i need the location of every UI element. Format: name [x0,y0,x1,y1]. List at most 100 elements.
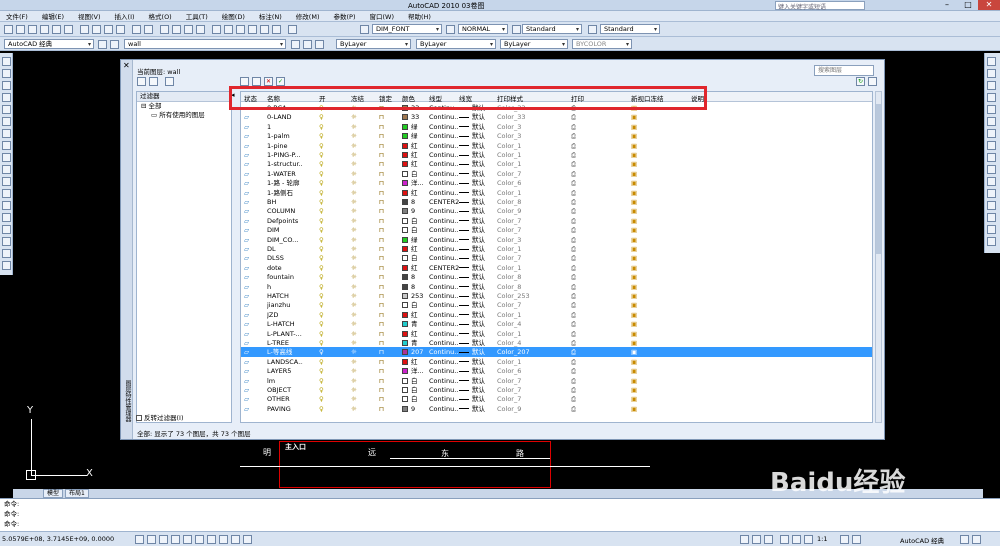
unlock-icon[interactable]: ⊓ [379,217,384,225]
layer-name[interactable]: DLSS [267,254,303,262]
layer-lineweight[interactable]: 默认 [459,170,499,178]
circle-icon[interactable] [2,129,11,138]
layer-lineweight[interactable]: 默认 [459,283,499,291]
layer-name[interactable]: LANDSCA... [267,358,303,366]
sun-icon[interactable]: ☼ [351,264,357,272]
layer-name[interactable]: L-TREE [267,339,303,347]
printer-icon[interactable]: ⎙ [571,395,576,403]
layer-lineweight[interactable]: 默认 [459,226,499,234]
layer-linetype[interactable]: Continu... [429,330,459,338]
layer-name[interactable]: 1-palm [267,132,303,140]
copy-object-icon[interactable] [987,69,996,78]
vp-freeze-icon[interactable]: ▣ [631,339,637,347]
layer-lineweight[interactable]: 默认 [459,348,499,356]
layer-name[interactable]: 1-pine [267,142,303,150]
layer-row[interactable]: ▱ OBJECT ♀ ☼ ⊓ 白 Continu... 默认 Color_7 ⎙ ▣ [241,385,872,394]
layer-name[interactable]: OBJECT [267,386,303,394]
new-icon[interactable] [4,25,13,34]
layer-lineweight[interactable]: 默认 [459,339,499,347]
offset-icon[interactable] [987,93,996,102]
array-icon[interactable] [987,105,996,114]
move-icon[interactable] [987,117,996,126]
printer-icon[interactable]: ⎙ [571,207,576,215]
printer-icon[interactable]: ⎙ [571,301,576,309]
printer-icon[interactable]: ⎙ [571,377,576,385]
layer-properties-icon[interactable] [110,40,119,49]
object-snap-tracking-icon[interactable] [195,535,204,544]
layer-lineweight[interactable]: 默认 [459,142,499,150]
unlock-icon[interactable]: ⊓ [379,283,384,291]
vp-freeze-icon[interactable]: ▣ [631,405,637,413]
new-layer-icon[interactable] [240,77,249,86]
menu-item[interactable]: 标注(N) [259,11,282,21]
layer-row[interactable]: ▱ BH ♀ ☼ ⊓ 8 CENTER2 默认 Color_8 ⎙ ▣ [241,197,872,206]
layer-row[interactable]: ▱ lm ♀ ☼ ⊓ 白 Continu... 默认 Color_7 ⎙ ▣ [241,376,872,385]
layer-linetype[interactable]: Continu... [429,367,459,375]
layer-linetype[interactable]: Continu... [429,254,459,262]
layer-linetype[interactable]: Continu... [429,320,459,328]
menu-item[interactable]: 修改(M) [296,11,320,21]
point-icon[interactable] [2,213,11,222]
layer-row[interactable]: ▱ DL ♀ ☼ ⊓ 红 Continu... 默认 Color_1 ⎙ ▣ [241,244,872,253]
printer-icon[interactable]: ⎙ [571,170,576,178]
layer-row[interactable]: ▱ L-PLANT-... ♀ ☼ ⊓ 红 Continu... 默认 Color_1 ⎙ ▣ [241,329,872,338]
unlock-icon[interactable]: ⊓ [379,151,384,159]
printer-icon[interactable]: ⎙ [571,217,576,225]
tab-layout1[interactable]: 布局1 [65,489,89,498]
unlock-icon[interactable]: ⊓ [379,405,384,413]
printer-icon[interactable]: ⎙ [571,226,576,234]
vp-freeze-icon[interactable]: ▣ [631,170,637,178]
layer-name[interactable]: L-等高线 [267,348,303,356]
vp-freeze-icon[interactable]: ▣ [631,142,637,150]
unlock-icon[interactable]: ⊓ [379,377,384,385]
extend-icon[interactable] [987,177,996,186]
sun-icon[interactable]: ☼ [351,179,357,187]
vp-freeze-icon[interactable]: ▣ [631,273,637,281]
menu-item[interactable]: 参数(P) [333,11,355,21]
sun-icon[interactable]: ☼ [351,405,357,413]
redo-icon[interactable] [144,25,153,34]
layer-lineweight[interactable]: 默认 [459,245,499,253]
layer-row[interactable]: ▱ L-等高线 ♀ ☼ ⊓ 207 Continu... 默认 Color_207 ⎙ ▣ [241,347,872,357]
unlock-icon[interactable]: ⊓ [379,198,384,206]
layer-lineweight[interactable]: 默认 [459,123,499,131]
vp-freeze-icon[interactable]: ▣ [631,283,637,291]
break-icon[interactable] [987,189,996,198]
layer-row[interactable]: ▱ 0-LAND ♀ ☼ ⊓ 33 Continu... 默认 Color_33 ⎙ ▣ [241,112,872,121]
layer-linetype[interactable]: CENTER2 [429,264,459,272]
layer-lineweight[interactable]: 默认 [459,292,499,300]
tool-palettes-icon[interactable] [236,25,245,34]
sun-icon[interactable]: ☼ [351,151,357,159]
vp-freeze-icon[interactable]: ▣ [631,320,637,328]
sun-icon[interactable]: ☼ [351,142,357,150]
layer-row[interactable]: ▱ L-TREE ♀ ☼ ⊓ 青 Continu... 默认 Color_4 ⎙ ▣ [241,338,872,347]
layer-row[interactable]: ▱ L-HATCH ♀ ☼ ⊓ 青 Continu... 默认 Color_4 ⎙ ▣ [241,319,872,328]
trim-icon[interactable] [987,165,996,174]
region-icon[interactable] [2,249,11,258]
layer-lineweight[interactable]: 默认 [459,113,499,121]
printer-icon[interactable]: ⎙ [571,283,576,291]
unlock-icon[interactable]: ⊓ [379,264,384,272]
layer-name[interactable]: L-HATCH [267,320,303,328]
layer-lineweight[interactable]: 默认 [459,236,499,244]
vp-freeze-icon[interactable]: ▣ [631,226,637,234]
model-space-icon[interactable] [740,535,749,544]
layer-lineweight[interactable]: 默认 [459,160,499,168]
dynamic-ucs-icon[interactable] [207,535,216,544]
sun-icon[interactable]: ☼ [351,377,357,385]
layer-row[interactable]: ▱ OTHER ♀ ☼ ⊓ 白 Continu... 默认 Color_7 ⎙ ▣ [241,394,872,403]
printer-icon[interactable]: ⎙ [571,198,576,206]
layer-row[interactable]: ▱ 1-structur... ♀ ☼ ⊓ 红 Continu... 默认 Color_1 ⎙ ▣ [241,159,872,168]
layer-name[interactable]: 0-LAND [267,113,303,121]
lightbulb-icon[interactable]: ♀ [319,132,324,140]
layer-row[interactable]: ▱ 1-pine ♀ ☼ ⊓ 红 Continu... 默认 Color_1 ⎙ ▣ [241,141,872,150]
layer-linetype[interactable]: Continu... [429,160,459,168]
printer-icon[interactable]: ⎙ [571,273,576,281]
lightbulb-icon[interactable]: ♀ [319,339,324,347]
sun-icon[interactable]: ☼ [351,348,357,356]
annotation-visibility-icon[interactable] [840,535,849,544]
make-block-icon[interactable] [2,201,11,210]
layer-lineweight[interactable]: 默认 [459,330,499,338]
layer-name[interactable]: HATCH [267,292,303,300]
printer-icon[interactable]: ⎙ [571,386,576,394]
